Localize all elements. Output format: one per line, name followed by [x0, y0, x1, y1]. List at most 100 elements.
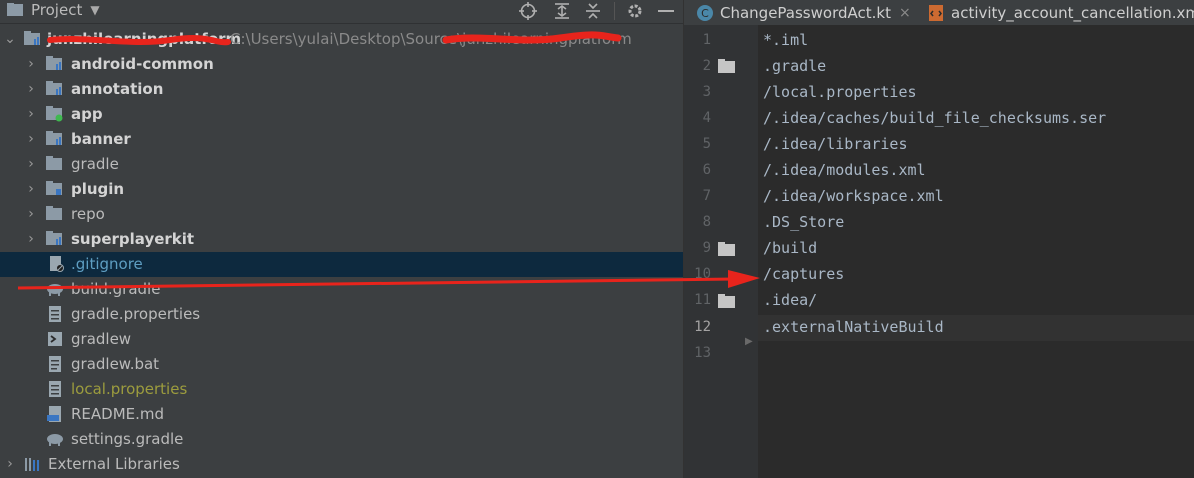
line-number: 2 — [702, 58, 711, 74]
svg-text:C: C — [701, 7, 709, 20]
chevron-right-icon[interactable]: › — [24, 106, 38, 122]
markdown-file-icon — [47, 406, 61, 422]
tree-row-gradlew[interactable]: gradlew — [0, 327, 683, 352]
folder-icon — [46, 206, 62, 220]
code-line[interactable]: /.idea/libraries — [763, 135, 908, 153]
tree-item-label: settings.gradle — [71, 430, 184, 448]
tree-item-label: banner — [71, 130, 131, 148]
collapse-all-icon[interactable] — [583, 1, 603, 21]
code-line[interactable]: .idea/ — [763, 291, 817, 309]
folder-icon — [46, 156, 62, 170]
tree-row-build-gradle[interactable]: build.gradle — [0, 277, 683, 302]
project-view-selector[interactable]: Project ▼ — [7, 1, 100, 19]
tree-item-label: gradle — [71, 155, 119, 173]
line-number: 3 — [702, 84, 711, 100]
project-root-label: junzhilearningplatform — [47, 30, 242, 48]
folder-icon — [718, 294, 735, 308]
tab-label: activity_account_cancellation.xml — [951, 3, 1194, 22]
line-number: 6 — [702, 162, 711, 178]
tree-row-repo[interactable]: › repo — [0, 202, 683, 227]
tree-item-label: External Libraries — [48, 455, 180, 473]
tree-item-label: plugin — [71, 180, 125, 198]
code-line[interactable]: /.idea/modules.xml — [763, 161, 926, 179]
tree-row-project-root[interactable]: ⌄ junzhilearningplatform C:\Users\yulai\… — [0, 27, 683, 52]
tree-item-label: superplayerkit — [71, 230, 195, 248]
tree-row-plugin[interactable]: › plugin — [0, 177, 683, 202]
code-line[interactable]: /captures — [763, 265, 844, 283]
kotlin-class-icon: C — [697, 4, 713, 21]
properties-file-icon — [49, 306, 61, 322]
tree-row-readme[interactable]: README.md — [0, 402, 683, 427]
gradle-elephant-icon — [47, 284, 63, 296]
chevron-down-icon[interactable]: ⌄ — [3, 31, 17, 47]
text-file-icon — [49, 356, 61, 372]
code-line[interactable]: /local.properties — [763, 83, 917, 101]
tab-change-password-act[interactable]: C ChangePasswordAct.kt × — [696, 0, 911, 25]
editor-panel: C ChangePasswordAct.kt × activity_accoun… — [683, 0, 1194, 478]
module-folder-icon — [46, 181, 62, 195]
line-number: 5 — [702, 136, 711, 152]
module-folder-icon — [46, 56, 62, 70]
gitignore-file-icon — [50, 256, 64, 272]
tree-row-gradlew-bat[interactable]: gradlew.bat — [0, 352, 683, 377]
hide-panel-icon[interactable] — [656, 1, 676, 21]
tree-row-external-libraries[interactable]: › External Libraries — [0, 452, 683, 477]
fold-arrow-icon[interactable]: ▶ — [745, 336, 753, 347]
tree-row-gradle[interactable]: › gradle — [0, 152, 683, 177]
expand-all-icon[interactable] — [552, 1, 572, 21]
line-number: 8 — [702, 214, 711, 230]
code-line[interactable]: .DS_Store — [763, 213, 844, 231]
tree-item-label: gradlew — [71, 330, 132, 348]
libraries-icon — [25, 458, 39, 471]
code-line[interactable]: .gradle — [763, 57, 826, 75]
tree-row-banner[interactable]: › banner — [0, 127, 683, 152]
line-number: 9 — [702, 240, 711, 256]
tab-activity-account-cancellation[interactable]: activity_account_cancellation.xml — [927, 0, 1194, 25]
tree-row-settings-gradle[interactable]: settings.gradle — [0, 427, 683, 452]
tree-item-label: local.properties — [71, 380, 188, 398]
shell-script-icon — [48, 332, 62, 346]
tree-item-label: android-common — [71, 55, 214, 73]
tab-label: ChangePasswordAct.kt — [720, 3, 891, 22]
line-number: 7 — [702, 188, 711, 204]
line-number: 12 — [694, 319, 711, 335]
locate-file-icon[interactable] — [518, 1, 538, 21]
module-folder-icon — [24, 31, 40, 45]
chevron-right-icon[interactable]: › — [24, 131, 38, 147]
toolbar-separator — [614, 2, 615, 20]
chevron-right-icon[interactable]: › — [24, 231, 38, 247]
project-icon — [7, 3, 23, 16]
line-number: 13 — [694, 345, 711, 361]
line-number: 4 — [702, 110, 711, 126]
tree-row-gitignore[interactable]: .gitignore — [0, 252, 683, 277]
tree-item-label: gradle.properties — [71, 305, 201, 323]
chevron-right-icon[interactable]: › — [24, 206, 38, 222]
tree-item-label: app — [71, 105, 103, 123]
project-tool-window: Project ▼ ⌄ junzhilearningplatform C:\Us… — [0, 0, 683, 478]
tree-row-app[interactable]: › app — [0, 102, 683, 127]
tree-row-local-properties[interactable]: local.properties — [0, 377, 683, 402]
chevron-right-icon[interactable]: › — [24, 156, 38, 172]
chevron-right-icon[interactable]: › — [24, 81, 38, 97]
code-line[interactable]: .externalNativeBuild — [763, 318, 944, 336]
gear-icon[interactable] — [625, 1, 645, 21]
chevron-right-icon[interactable]: › — [24, 181, 38, 197]
module-folder-icon — [46, 131, 62, 145]
chevron-right-icon[interactable]: › — [3, 456, 17, 472]
chevron-down-icon: ▼ — [90, 3, 100, 17]
tree-item-label: gradlew.bat — [71, 355, 160, 373]
tree-row-gradle-properties[interactable]: gradle.properties — [0, 302, 683, 327]
line-number: 10 — [694, 266, 711, 282]
code-line[interactable]: *.iml — [763, 31, 808, 49]
code-line[interactable]: /build — [763, 239, 817, 257]
code-line[interactable]: /.idea/workspace.xml — [763, 187, 944, 205]
tree-row-superplayerkit[interactable]: › superplayerkit — [0, 227, 683, 252]
tree-row-android-common[interactable]: › android-common — [0, 52, 683, 77]
close-icon[interactable]: × — [899, 5, 911, 21]
chevron-right-icon[interactable]: › — [24, 56, 38, 72]
module-folder-icon — [46, 231, 62, 245]
tree-item-label: repo — [71, 205, 105, 223]
editor-tab-bar: C ChangePasswordAct.kt × activity_accoun… — [684, 0, 1194, 25]
code-line[interactable]: /.idea/caches/build_file_checksums.ser — [763, 109, 1106, 127]
tree-row-annotation[interactable]: › annotation — [0, 77, 683, 102]
